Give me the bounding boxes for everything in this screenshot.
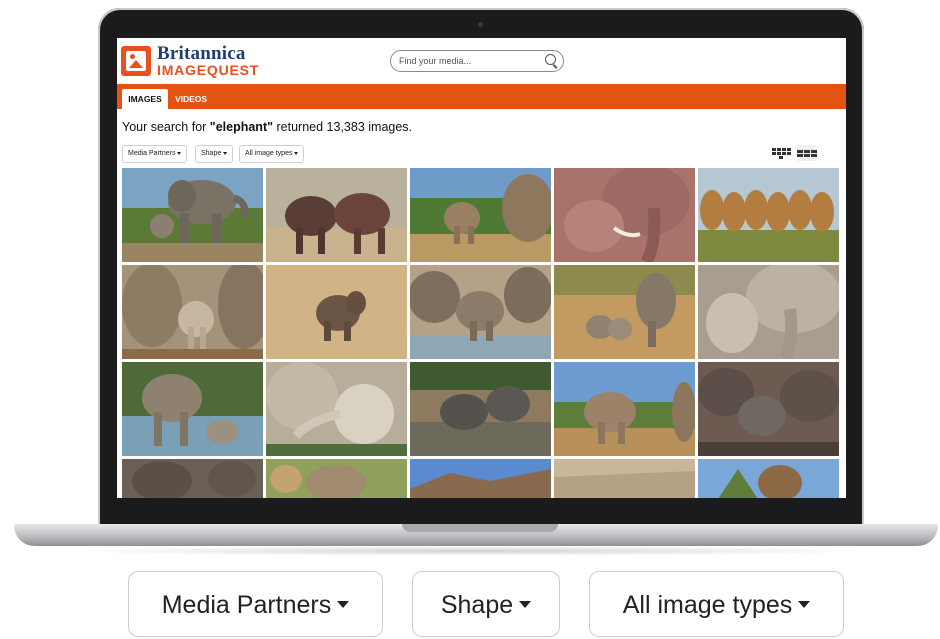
- camera-dot: [478, 22, 483, 27]
- logo-subtitle[interactable]: IMAGEQUEST: [157, 62, 259, 78]
- app-header: Britannica IMAGEQUEST: [117, 38, 846, 84]
- search-box: [390, 50, 564, 72]
- media-partners-label: Media Partners: [161, 591, 332, 619]
- laptop-shadow: [60, 546, 880, 556]
- shape-label: Shape: [440, 591, 514, 619]
- tab-videos[interactable]: VIDEOS: [171, 89, 211, 109]
- elephant-photo[interactable]: [122, 265, 263, 359]
- caret-down-icon: [337, 600, 350, 608]
- shape-dropdown[interactable]: Shape: [195, 145, 234, 163]
- image-types-dropdown[interactable]: All image types: [239, 145, 305, 163]
- elephant-photo[interactable]: [554, 362, 695, 456]
- elephant-photo[interactable]: [410, 265, 551, 359]
- elephant-photo[interactable]: [122, 168, 263, 262]
- elephant-photo[interactable]: [122, 362, 263, 456]
- media-partners-dropdown[interactable]: Media Partners: [122, 145, 188, 163]
- elephant-photo[interactable]: [698, 459, 839, 498]
- elephant-photo[interactable]: [122, 459, 263, 498]
- search-input[interactable]: [399, 53, 539, 68]
- elephant-photo[interactable]: [554, 168, 695, 262]
- elephant-photo[interactable]: [698, 362, 839, 456]
- image-types-label: All image types: [245, 150, 293, 157]
- elephant-photo[interactable]: [554, 459, 695, 498]
- result-suffix: returned 13,383 images.: [273, 120, 413, 134]
- elephant-photo[interactable]: [410, 459, 551, 498]
- elephant-photo[interactable]: [698, 265, 839, 359]
- result-prefix: Your search for: [122, 120, 210, 134]
- result-query: "elephant": [209, 120, 274, 134]
- image-types-label: All image types: [622, 591, 793, 619]
- caret-down-icon: [294, 151, 299, 155]
- caret-down-icon: [177, 151, 182, 155]
- elephant-photo[interactable]: [266, 168, 407, 262]
- elephant-photo[interactable]: [266, 362, 407, 456]
- caret-down-icon: [798, 600, 811, 608]
- elephant-photo[interactable]: [410, 168, 551, 262]
- laptop-base-notch: [402, 524, 558, 532]
- image-types-dropdown-zoomed[interactable]: All image types: [589, 571, 844, 637]
- search-icon[interactable]: [545, 54, 556, 65]
- laptop-screen: Britannica IMAGEQUEST IMAGES VIDEOS Your…: [117, 38, 846, 498]
- britannica-logo-icon[interactable]: [121, 46, 151, 76]
- elephant-photo[interactable]: [266, 265, 407, 359]
- shape-label: Shape: [201, 150, 222, 157]
- grid-view-icon[interactable]: [771, 145, 791, 161]
- elephant-photo[interactable]: [554, 265, 695, 359]
- tile-view-icon[interactable]: [797, 145, 817, 161]
- elephant-photo[interactable]: [410, 362, 551, 456]
- caret-down-icon: [223, 151, 228, 155]
- search-result-summary: Your search for "elephant" returned 13,3…: [122, 120, 412, 134]
- media-partners-label: Media Partners: [128, 150, 176, 157]
- tab-images[interactable]: IMAGES: [122, 89, 168, 109]
- shape-dropdown-zoomed[interactable]: Shape: [412, 571, 560, 637]
- caret-down-icon: [519, 600, 532, 608]
- elephant-photo[interactable]: [698, 168, 839, 262]
- image-results-grid: [122, 168, 840, 498]
- elephant-photo[interactable]: [266, 459, 407, 498]
- media-tab-bar: IMAGES VIDEOS: [117, 84, 846, 109]
- media-partners-dropdown-zoomed[interactable]: Media Partners: [128, 571, 383, 637]
